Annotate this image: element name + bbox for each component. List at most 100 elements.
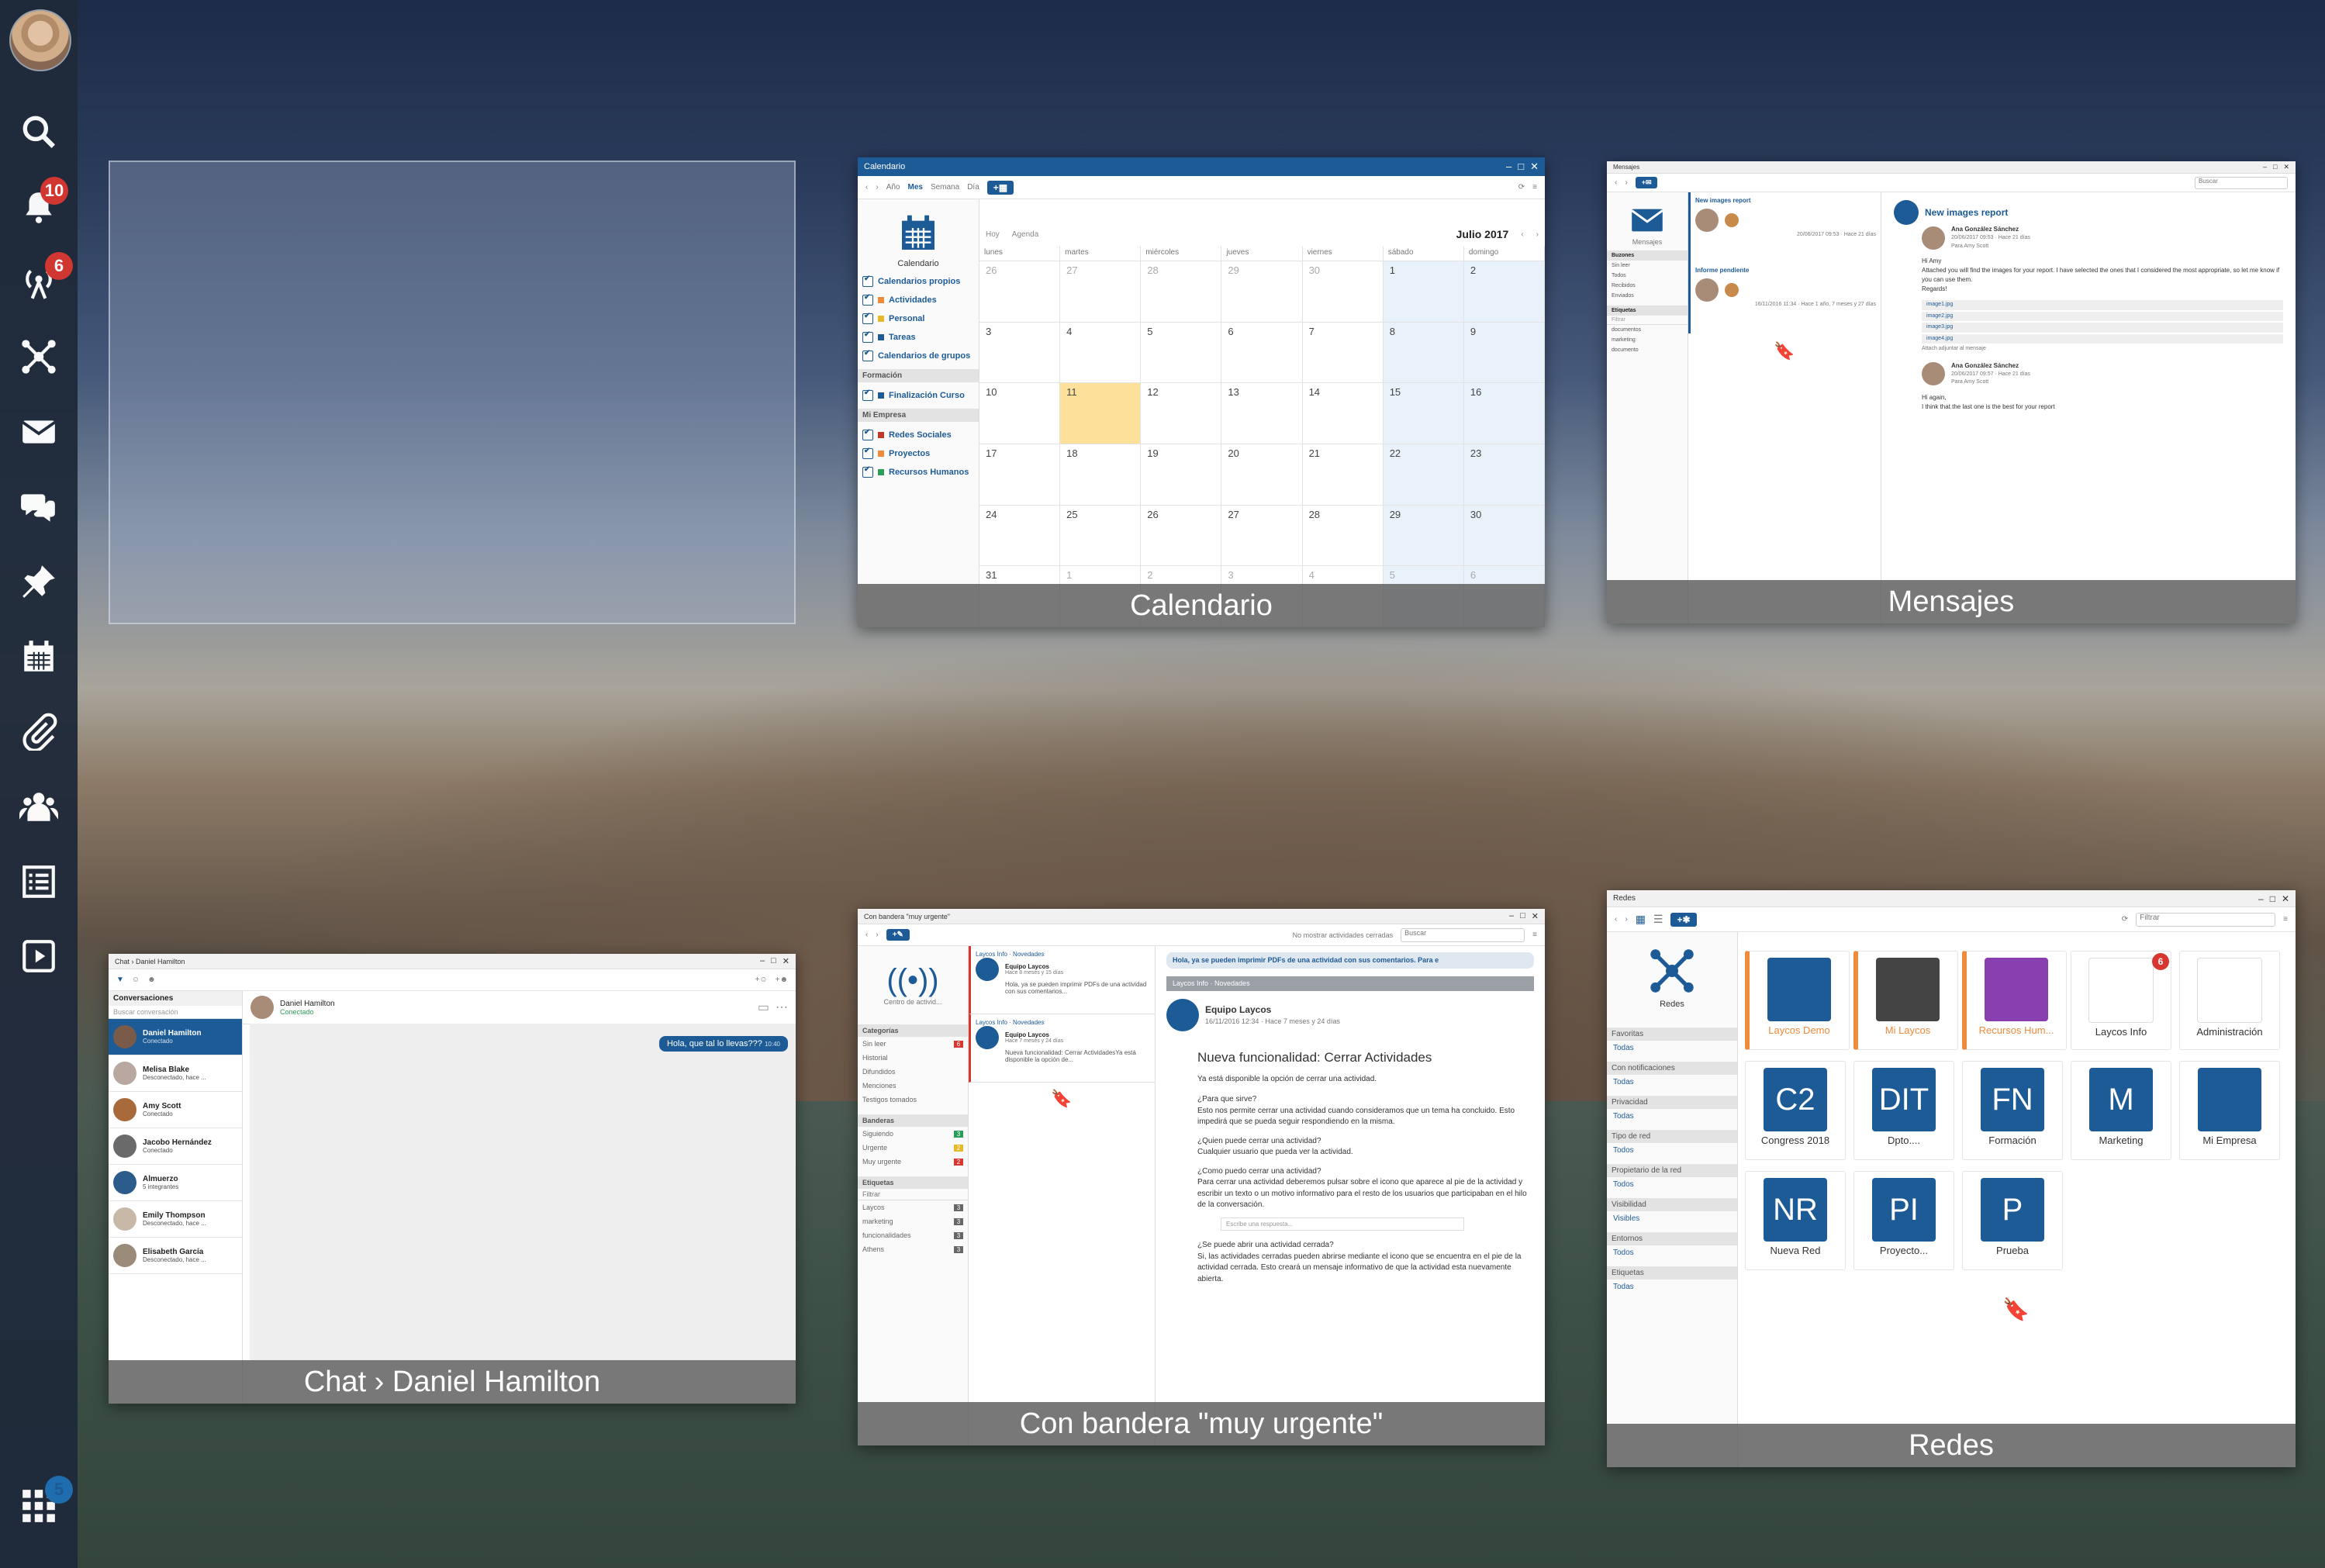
month-next-icon[interactable]: › [1536,230,1539,239]
filter-item[interactable]: Menciones [858,1079,968,1093]
calendar-day-cell[interactable]: 29 [1383,505,1464,567]
conversation-item[interactable]: Jacobo Hernández Conectado [109,1128,242,1165]
grid-view-icon[interactable]: ▦ [1636,913,1646,926]
network-tile[interactable]: Laycos Demo [1745,951,1850,1050]
filter-item[interactable]: Sin leer 6 [858,1037,968,1051]
networks-window[interactable]: Redes – □ ✕ ‹ › ▦ ☰ +✱ ⟳ Filtrar ≡ Redes F… [1607,890,2296,1467]
minimize-icon[interactable]: – [1509,911,1514,921]
minimize-icon[interactable]: – [760,956,765,966]
filter-icon[interactable]: ▼ [116,976,124,984]
calendar-filter-proyectos[interactable]: Proyectos [862,447,979,459]
new-message-button[interactable]: +✉ [1635,177,1658,188]
filter-item[interactable]: Testigos tomados [858,1093,968,1107]
next-arrow-icon[interactable]: › [1625,178,1627,187]
calendar-day-cell[interactable]: 9 [1463,322,1545,384]
networks-filter-input[interactable]: Filtrar [2136,912,2276,927]
calendar-day-cell[interactable]: 27 [1060,261,1142,323]
filter-section[interactable]: Tipo de red [1607,1130,1737,1143]
feed-breadcrumb[interactable]: Laycos Info [976,1019,1007,1026]
agenda-link[interactable]: Agenda [1012,230,1038,239]
calendar-day-cell[interactable]: 7 [1302,322,1384,384]
view-year[interactable]: Año [886,183,900,192]
mail-tag[interactable]: documento [1607,345,1688,355]
calendar-filter-curso[interactable]: Finalización Curso [862,389,979,401]
filter-value[interactable]: Todos [1607,1143,1737,1158]
conversation-search-input[interactable]: Buscar conversación [109,1006,242,1019]
maximize-icon[interactable]: □ [2273,163,2277,171]
new-activity-button[interactable]: +✎ [886,929,910,941]
filter-item[interactable]: funcionalidades 3 [858,1228,968,1242]
list-document-icon[interactable] [16,858,62,905]
next-arrow-icon[interactable]: › [1625,915,1627,924]
view-month[interactable]: Mes [907,183,922,192]
mail-folder[interactable]: Sin leer [1607,261,1688,271]
network-tile[interactable]: Laycos Info 6 [2071,951,2171,1050]
menu-icon[interactable]: ≡ [1532,183,1537,192]
attachment-item[interactable]: image3.jpg [1922,323,2283,333]
calendar-icon[interactable] [16,634,62,680]
network-tile[interactable]: Recursos Hum... [1962,951,2067,1050]
close-icon[interactable]: ✕ [2282,893,2289,904]
search-icon[interactable] [16,109,62,155]
calendar-filter-own[interactable]: Calendarios propios [862,275,979,287]
calendar-day-cell[interactable]: 2 [1463,261,1545,323]
calendar-day-cell[interactable]: 26 [1141,505,1222,567]
hide-closed-toggle[interactable]: No mostrar actividades cerradas [1293,931,1394,939]
conversation-item[interactable]: Emily Thompson Desconectado, hace ... [109,1201,242,1238]
mail-folder[interactable]: Enviados [1607,291,1688,301]
flags-header[interactable]: Banderas [858,1114,968,1127]
minimize-icon[interactable]: – [1506,161,1511,173]
conversation-item[interactable]: Elisabeth García Desconectado, hace ... [109,1238,242,1274]
more-options-icon[interactable]: ⋯ [776,1000,788,1015]
calendar-day-cell[interactable]: 29 [1221,261,1303,323]
bookmark-icon[interactable]: 🔖 [1688,341,1881,361]
activities-search-input[interactable]: Buscar [1401,927,1525,942]
calendar-day-cell[interactable]: 1 [1383,261,1464,323]
maximize-icon[interactable]: □ [1520,911,1525,921]
pin-icon[interactable] [16,558,62,605]
chat-icon[interactable] [16,484,62,530]
network-tile[interactable]: Administración [2179,951,2280,1050]
calendar-day-cell[interactable]: 12 [1141,383,1222,444]
view-day[interactable]: Día [967,183,979,192]
mail-folder[interactable]: Etiquetas [1607,306,1688,316]
filter-value[interactable]: Todas [1607,1280,1737,1294]
close-icon[interactable]: ✕ [1530,161,1539,173]
calendar-filter-rrhh[interactable]: Recursos Humanos [862,465,979,478]
bookmark-icon[interactable]: 🔖 [2002,1297,2030,1322]
filter-value[interactable]: Visibles [1607,1211,1737,1226]
calendar-day-cell[interactable]: 19 [1141,444,1222,506]
chat-window[interactable]: Chat › Daniel Hamilton – □ ✕ ▼ ☺ ☻ +☺ +☻ C… [109,954,796,1404]
calendar-day-cell[interactable]: 26 [979,261,1061,323]
messages-search-input[interactable]: Buscar [2195,176,2288,189]
maximize-icon[interactable]: □ [1518,161,1524,173]
network-tile[interactable]: DIT Dpto.... [1853,1061,1954,1160]
mail-folder[interactable]: Buzones [1607,250,1688,261]
prev-arrow-icon[interactable]: ‹ [1615,915,1617,924]
calendar-day-cell[interactable]: 20 [1221,444,1303,506]
calendar-filter-redes[interactable]: Redes Sociales [862,428,979,440]
filter-value[interactable]: Todos [1607,1177,1737,1192]
network-tile[interactable]: FN Formación [1962,1061,2063,1160]
attachment-item[interactable]: image1.jpg [1922,300,2283,310]
activity-banner[interactable]: Hola, ya se pueden imprimir PDFs de una … [1166,952,1534,969]
filter-item[interactable]: Laycos 3 [858,1200,968,1214]
filter-section[interactable]: Entornos [1607,1232,1737,1245]
calendar-day-cell[interactable]: 18 [1060,444,1142,506]
mail-folder[interactable]: Todos [1607,271,1688,281]
calendar-day-cell[interactable]: 23 [1463,444,1545,506]
calendar-window[interactable]: Calendario – □ ✕ ‹ › Año Mes Semana Día +▦… [858,157,1545,627]
calendar-day-cell[interactable]: 21 [1302,444,1384,506]
flagged-activities-window[interactable]: Con bandera "muy urgente" – □ ✕ ‹ › +✎ No … [858,909,1545,1445]
mail-tag[interactable]: marketing [1607,335,1688,345]
mail-tag[interactable]: documentos [1607,325,1688,335]
calendar-filter-groups[interactable]: Calendarios de grupos [862,349,979,361]
networks-titlebar[interactable]: Redes – □ ✕ [1607,890,2296,907]
add-contact-icon[interactable]: +☺ [755,976,768,984]
feed-breadcrumb-2[interactable]: Novedades [1013,1019,1044,1026]
calendar-day-cell[interactable]: 25 [1060,505,1142,567]
network-tile[interactable]: NR Nueva Red [1745,1171,1846,1270]
add-group-icon[interactable]: +☻ [776,976,788,984]
calendar-day-cell[interactable]: 17 [979,444,1061,506]
filter-section[interactable]: Privacidad [1607,1096,1737,1109]
